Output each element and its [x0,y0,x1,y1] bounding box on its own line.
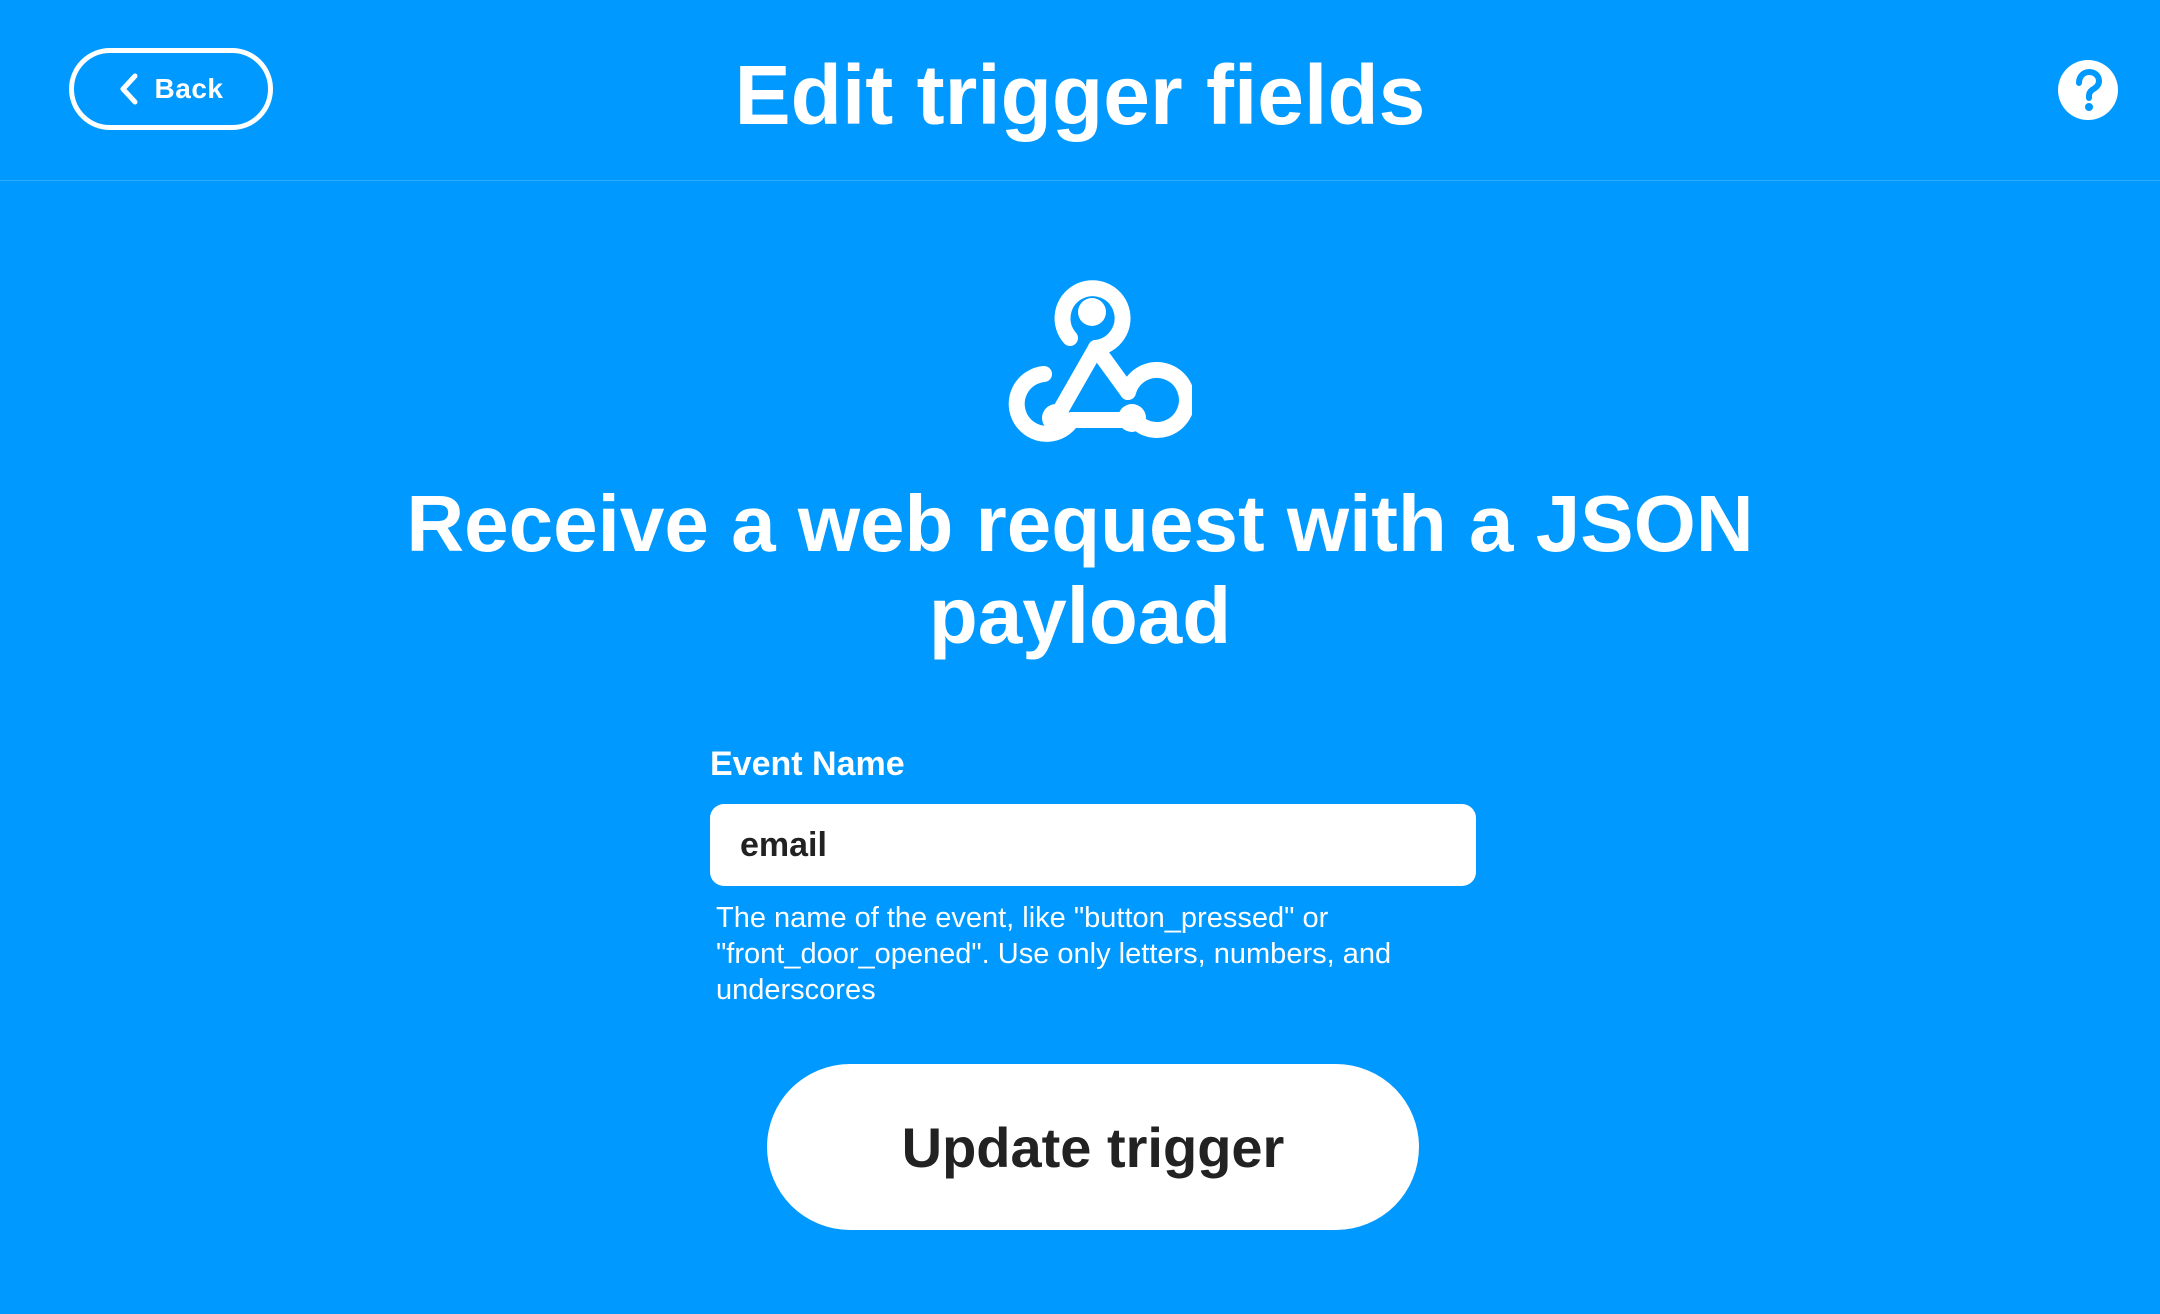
update-trigger-button[interactable]: Update trigger [767,1064,1419,1230]
trigger-title: Receive a web request with a JSON payloa… [406,479,1754,660]
event-name-input[interactable] [710,804,1476,886]
page-title: Edit trigger fields [734,48,1426,142]
webhooks-icon [992,262,1195,442]
header-bar: Back Edit trigger fields [0,0,2160,181]
event-name-help-text: The name of the event, like "button_pres… [716,902,1392,1006]
event-name-field: Event Name The name of the event, like "… [710,742,1476,1008]
event-name-label: Event Name [710,745,905,783]
help-button[interactable] [2058,60,2118,120]
question-mark-icon [2058,60,2118,120]
